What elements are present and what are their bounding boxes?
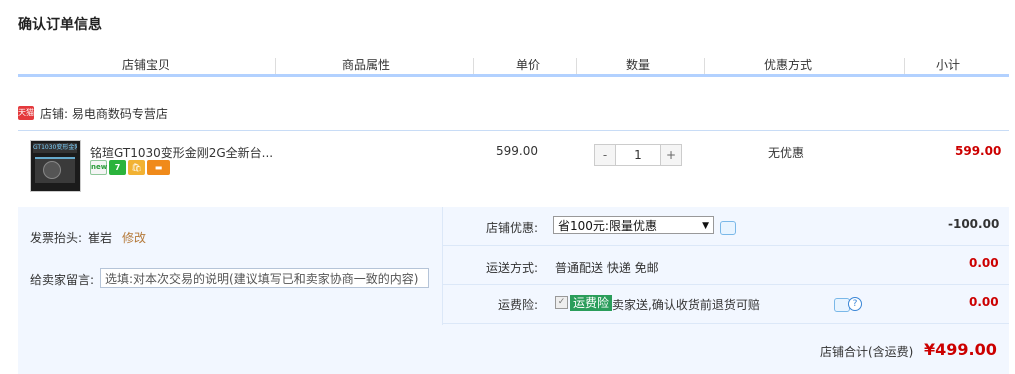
insurance-checkbox[interactable]: ✓: [555, 296, 568, 309]
column-subtotal: 小计: [935, 58, 960, 72]
column-header: 店铺宝贝 商品属性 单价 数量 优惠方式 小计: [18, 52, 1009, 77]
quantity-input[interactable]: 1: [616, 144, 660, 166]
buyer-options: [18, 207, 443, 325]
header-divider: [275, 58, 276, 74]
help-icon[interactable]: ?: [848, 297, 862, 311]
column-shop-item: 店铺宝贝: [121, 58, 170, 72]
column-discount-method: 优惠方式: [763, 58, 812, 72]
seven-day-return-icon[interactable]: 7: [109, 160, 126, 175]
invoice-label: 发票抬头:: [30, 231, 83, 245]
invoice-name: 崔岩: [88, 231, 113, 245]
product-thumbnail[interactable]: GT1030变形金刚2G: [30, 140, 81, 192]
invoice-edit-link[interactable]: 修改: [122, 229, 146, 246]
message-label: 给卖家留言:: [30, 273, 95, 287]
dropdown-arrow-icon: ▼: [702, 221, 709, 231]
thumbnail-label: GT1030变形金刚2G: [33, 143, 77, 153]
column-quantity: 数量: [625, 58, 650, 72]
new-icon[interactable]: new: [90, 160, 107, 175]
shop-name[interactable]: 店铺: 易电商数码专营店: [40, 105, 168, 122]
insurance-label: 运费险:: [497, 298, 538, 312]
shipping-amount: 0.00: [969, 256, 999, 270]
shop-discount-selected: 省100元:限量优惠: [558, 219, 657, 233]
column-unit-price: 单价: [515, 58, 540, 72]
message-input[interactable]: 选填:对本次交易的说明(建议填写已和卖家协商一致的内容): [100, 268, 429, 288]
quantity-stepper: - 1 +: [594, 144, 682, 166]
service-badges: new 7 🛍 ▬: [90, 160, 170, 175]
header-divider: [704, 58, 705, 74]
shop-row: 天猫 店铺: 易电商数码专营店: [18, 104, 168, 122]
item-subtotal: 599.00: [955, 144, 1002, 158]
shop-total-label: 店铺合计(含运费): [820, 345, 914, 359]
page-title: 确认订单信息: [18, 17, 102, 33]
shop-total-amount: ¥499.00: [924, 340, 997, 359]
shop-discount-label: 店铺优惠:: [485, 221, 538, 235]
shopping-bag-icon[interactable]: 🛍: [128, 160, 145, 175]
chat-icon[interactable]: [720, 221, 736, 235]
credit-card-icon[interactable]: ▬: [147, 160, 170, 175]
quantity-decrease-button[interactable]: -: [594, 144, 616, 166]
insurance-tag: 运费险: [570, 295, 613, 311]
shop-discount-amount: -100.00: [948, 217, 1000, 231]
column-attributes: 商品属性: [341, 58, 390, 72]
unit-price: 599.00: [496, 144, 538, 158]
quantity-increase-button[interactable]: +: [660, 144, 682, 166]
header-divider: [576, 58, 577, 74]
header-divider: [904, 58, 905, 74]
insurance-description: 卖家送,确认收货前退货可赔: [612, 298, 760, 312]
insurance-amount: 0.00: [969, 295, 999, 309]
shop-discount-select[interactable]: 省100元:限量优惠 ▼: [553, 216, 714, 234]
header-divider: [473, 58, 474, 74]
discount-method: 无优惠: [768, 146, 805, 160]
product-title[interactable]: 铭瑄GT1030变形金刚2G全新台...: [90, 144, 273, 161]
shipping-method: 普通配送 快递 免邮: [555, 261, 659, 275]
shipping-label: 运送方式:: [485, 261, 538, 275]
fan-image: [43, 161, 61, 179]
tmall-shop-icon: 天猫: [18, 106, 34, 120]
